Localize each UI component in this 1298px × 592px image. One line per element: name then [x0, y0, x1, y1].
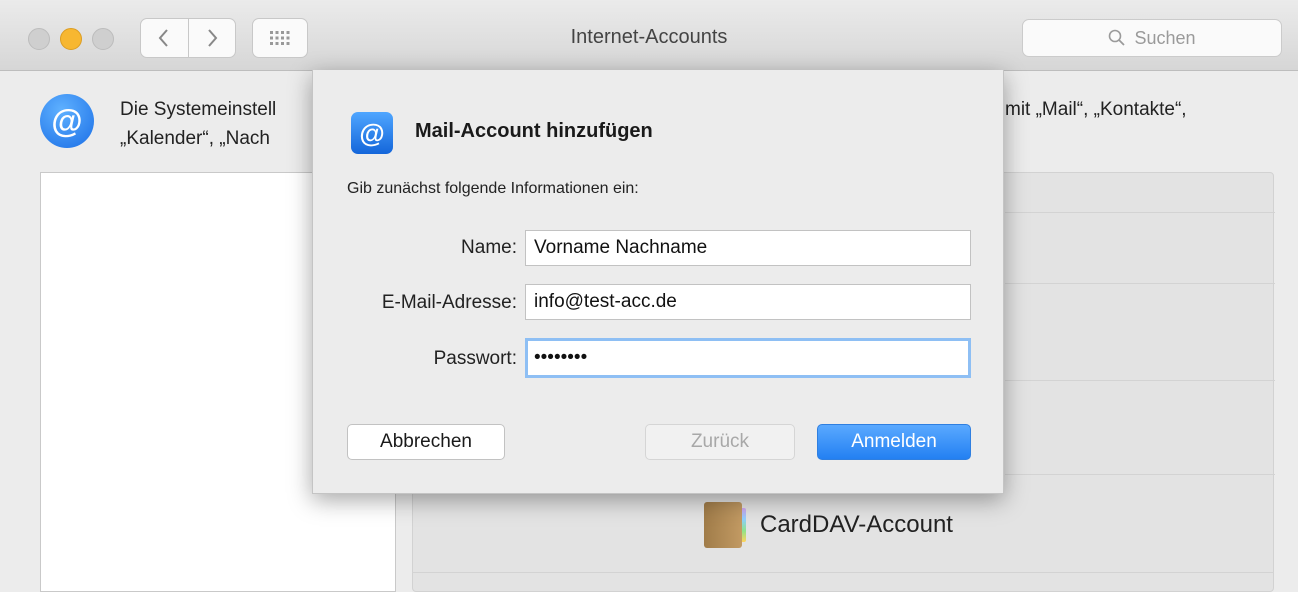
add-mail-account-dialog: @ Mail-Account hinzufügen Gib zunächst f…: [312, 70, 1004, 494]
cancel-button[interactable]: Abbrechen: [347, 424, 505, 460]
carddav-account-item[interactable]: CardDAV-Account: [704, 502, 953, 548]
email-input[interactable]: [525, 284, 971, 320]
provider-divider: [1005, 283, 1275, 284]
carddav-label: CardDAV-Account: [760, 511, 953, 538]
title-bar: Internet-Accounts Suchen: [0, 0, 1298, 71]
description-line-2: „Kalender“, „Nach: [120, 128, 270, 149]
mail-account-icon: @: [351, 112, 393, 154]
description-line-1: Die Systemeinstell: [120, 99, 277, 120]
at-sign-icon: @: [40, 94, 94, 148]
provider-divider: [1005, 212, 1275, 213]
search-icon: [1109, 29, 1126, 46]
dialog-subtitle: Gib zunächst folgende Informationen ein:: [347, 180, 639, 197]
provider-divider: [412, 572, 1274, 573]
name-label: Name:: [461, 237, 517, 258]
provider-divider: [1005, 380, 1275, 381]
email-label: E-Mail-Adresse:: [381, 292, 517, 313]
sign-in-button[interactable]: Anmelden: [817, 424, 971, 460]
contacts-book-icon: [704, 502, 746, 548]
description-text: Die Systemeinstell „Kalender“, „Nach: [120, 95, 276, 153]
dialog-title: Mail-Account hinzufügen: [415, 120, 653, 142]
password-label: Passwort:: [433, 348, 517, 369]
back-button[interactable]: Zurück: [645, 424, 795, 460]
search-field[interactable]: Suchen: [1022, 19, 1282, 57]
password-input[interactable]: [525, 338, 971, 378]
description-text-continued: mit „Mail“, „Kontakte“,: [1005, 99, 1187, 120]
provider-divider: [1005, 474, 1275, 475]
name-input[interactable]: [525, 230, 971, 266]
search-placeholder: Suchen: [1134, 27, 1196, 48]
